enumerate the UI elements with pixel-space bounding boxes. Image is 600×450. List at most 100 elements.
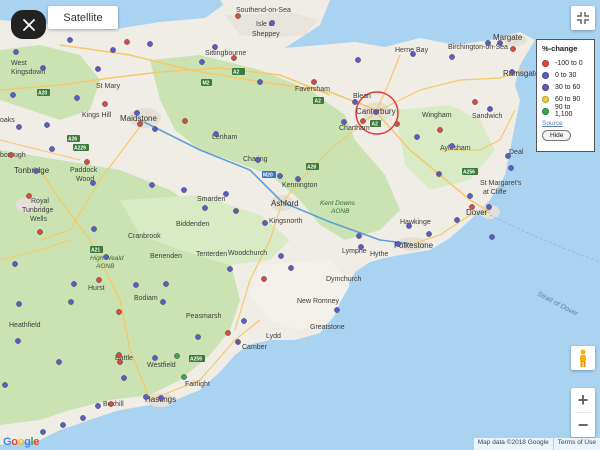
close-icon: [22, 18, 35, 31]
legend-item: 30 to 60: [542, 81, 589, 93]
hide-button[interactable]: Hide: [542, 130, 572, 141]
point-blue: [40, 429, 46, 435]
label-sandwich: Sandwich: [472, 113, 502, 120]
label-woodchurch: Woodchurch: [228, 250, 267, 257]
source-link[interactable]: Source: [542, 120, 589, 127]
point-blue: [149, 182, 155, 188]
point-blue: [195, 334, 201, 340]
point-red: [394, 121, 400, 127]
legend-label: -100 to 0: [555, 59, 583, 67]
point-blue: [334, 307, 340, 313]
point-blue: [13, 49, 19, 55]
zoom-out-button[interactable]: −: [571, 413, 595, 437]
fullscreen-button[interactable]: [571, 6, 595, 30]
label-dymchurch: Dymchurch: [326, 276, 362, 283]
label-tenterden: Tenterden: [196, 251, 227, 258]
point-blue: [426, 231, 432, 237]
legend-label: 0 to 30: [555, 71, 577, 79]
label-hythe: Hythe: [370, 251, 388, 258]
point-blue: [202, 205, 208, 211]
point-blue: [80, 415, 86, 421]
label-greatstone: Greatstone: [310, 324, 345, 331]
label-st-margarets-1: St Margaret's: [480, 180, 522, 187]
point-blue: [241, 318, 247, 324]
point-blue: [158, 395, 164, 401]
map-canvas[interactable]: Southend-on-Sea Isle of Sheppey Sittingb…: [0, 0, 600, 450]
point-blue: [2, 382, 8, 388]
point-blue: [95, 66, 101, 72]
point-blue: [49, 146, 55, 152]
label-heathfield: Heathfield: [9, 322, 41, 329]
label-cranbrook: Cranbrook: [128, 233, 161, 240]
legend-swatch-green: [542, 107, 549, 115]
label-sittingbourne: Sittingbourne: [205, 50, 246, 57]
point-green: [174, 353, 180, 359]
legend-label: 30 to 60: [555, 83, 581, 91]
point-blue: [277, 173, 283, 179]
svg-text:A2: A2: [372, 122, 379, 128]
point-blue: [449, 143, 455, 149]
label-new-romney: New Romney: [297, 298, 340, 305]
point-red: [124, 39, 130, 45]
label-paddock: Paddock: [70, 167, 98, 174]
legend-swatch-purple: [542, 83, 549, 91]
point-purple: [436, 171, 442, 177]
point-blue: [489, 234, 495, 240]
label-kennington: Kennington: [282, 182, 318, 189]
point-red: [117, 359, 123, 365]
label-benenden: Benenden: [150, 253, 182, 260]
point-blue: [147, 41, 153, 47]
point-red: [311, 79, 317, 85]
point-blue: [163, 281, 169, 287]
point-blue: [60, 422, 66, 428]
point-blue: [486, 204, 492, 210]
label-peasmarsh: Peasmarsh: [186, 313, 222, 320]
point-green: [181, 374, 187, 380]
label-aylesham: Aylesham: [440, 145, 471, 152]
point-blue: [497, 40, 503, 46]
point-red: [84, 159, 90, 165]
point-blue: [133, 282, 139, 288]
label-st-mary: St Mary: [96, 83, 121, 90]
point-red: [37, 229, 43, 235]
point-blue: [212, 44, 218, 50]
zoom-in-button[interactable]: +: [571, 388, 595, 412]
point-blue: [410, 51, 416, 57]
point-blue: [262, 220, 268, 226]
label-camber: Camber: [242, 344, 268, 351]
label-deal: Deal: [509, 149, 524, 156]
point-blue: [33, 168, 39, 174]
label-hawkinge: Hawkinge: [400, 219, 431, 226]
svg-text:A20: A20: [38, 91, 47, 97]
legend-swatch-yellow: [542, 95, 549, 103]
label-kingsdown: Kingsdown: [11, 69, 45, 76]
point-red: [472, 99, 478, 105]
satellite-button[interactable]: Satellite: [48, 6, 118, 29]
point-red: [235, 13, 241, 19]
point-blue: [71, 281, 77, 287]
label-sheppey: Sheppey: [252, 31, 280, 38]
point-red: [510, 46, 516, 52]
close-button[interactable]: [11, 10, 46, 39]
point-red: [469, 204, 475, 210]
point-red: [116, 309, 122, 315]
legend-item: -100 to 0: [542, 57, 589, 69]
map-data-attribution: Map data ©2018 Google: [473, 438, 553, 450]
point-red: [182, 118, 188, 124]
point-red: [102, 101, 108, 107]
point-blue: [352, 99, 358, 105]
label-west: West: [11, 60, 27, 67]
point-red: [116, 352, 122, 358]
terms-link[interactable]: Terms of Use: [553, 438, 600, 450]
label-lydd: Lydd: [266, 333, 281, 340]
label-wingham: Wingham: [422, 112, 452, 119]
label-ramsgate: Ramsgate: [503, 69, 540, 78]
label-wells: Wells: [30, 216, 47, 223]
point-blue: [341, 119, 347, 125]
point-blue: [181, 187, 187, 193]
svg-text:A2: A2: [233, 70, 240, 76]
point-blue: [454, 217, 460, 223]
label-bodiam: Bodiam: [134, 295, 158, 302]
point-blue: [358, 244, 364, 250]
street-view-pegman[interactable]: [571, 346, 595, 370]
